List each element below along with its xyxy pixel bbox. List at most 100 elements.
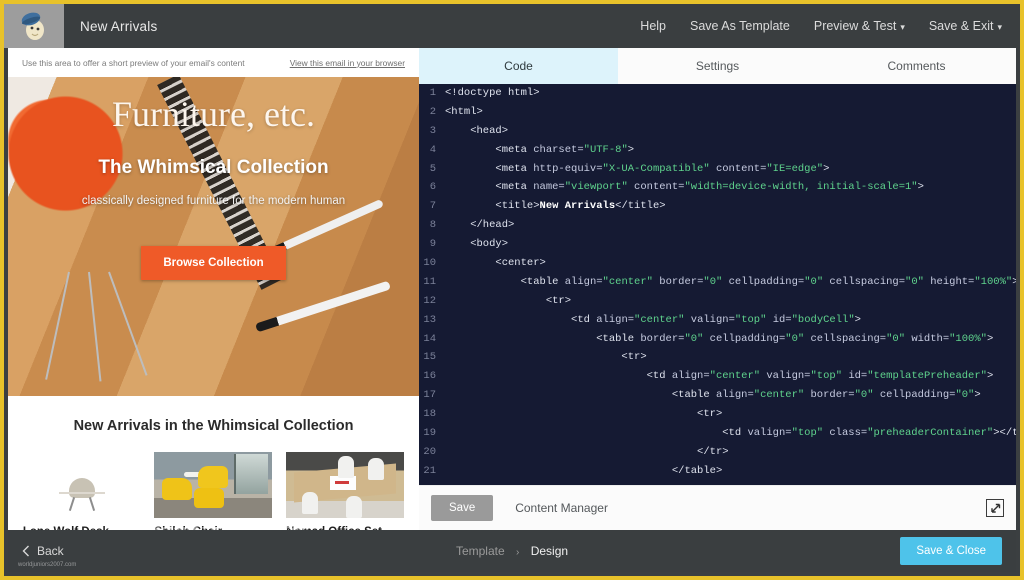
content-manager-link[interactable]: Content Manager (515, 501, 608, 515)
expand-diagonal-icon[interactable] (986, 499, 1004, 517)
hero-subtitle: The Whimsical Collection (98, 157, 329, 178)
breadcrumb-template[interactable]: Template (456, 544, 505, 558)
products-grid: Lone Wolf Desk Shiloh Chair (8, 452, 419, 538)
product-card[interactable]: Shiloh Chair (154, 452, 273, 538)
app-frame: New Arrivals Help Save As Template Previ… (0, 0, 1024, 580)
code-line-text[interactable]: <td align="center" valign="top" id="temp… (445, 367, 994, 386)
line-number: 18 (423, 408, 436, 421)
code-line: 12 <tr> (419, 292, 1016, 311)
code-line-text[interactable]: <tr> (445, 405, 722, 424)
code-line-text[interactable]: <tr> (445, 292, 571, 311)
line-number: 1 (429, 87, 436, 99)
bottom-bar: Back Template › Design Save & Close worl… (8, 530, 1016, 572)
line-number: 19 (423, 427, 436, 440)
code-line-text[interactable]: <head> (445, 122, 508, 141)
tab-code-label: Code (504, 59, 533, 73)
chevron-down-icon: ▾ (900, 22, 905, 32)
tab-comments[interactable]: Comments (817, 48, 1016, 84)
code-line-text[interactable]: <table border="0" cellpadding="0" cellsp… (445, 330, 993, 349)
mailchimp-freddie-logo[interactable] (4, 4, 64, 48)
line-number: 16 (423, 370, 436, 383)
code-line-text[interactable]: <body> (445, 235, 508, 254)
code-line-text[interactable]: <title>New Arrivals</title> (445, 197, 665, 216)
line-number: 21 (423, 464, 436, 477)
line-number: 9 (429, 238, 436, 251)
nav-preview-and-test[interactable]: Preview & Test ▾ (814, 19, 905, 33)
nav-save-as-template[interactable]: Save As Template (690, 19, 790, 33)
code-line-text[interactable]: <table align="center" border="0" cellpad… (445, 273, 1016, 292)
product-card[interactable]: Lone Wolf Desk (22, 452, 141, 538)
line-number: 2 (429, 105, 436, 118)
code-line: 4 <meta charset="UTF-8"> (419, 141, 1016, 160)
code-editor[interactable]: 1 <!doctype html> 2 <html> 3 <head> 4 <meta c… (419, 84, 1016, 485)
nav-help[interactable]: Help (640, 19, 666, 33)
nav-save-as-template-label: Save As Template (690, 19, 790, 33)
code-line: 8 </head> (419, 216, 1016, 235)
line-number: 4 (429, 143, 436, 156)
code-line-text[interactable]: <meta http-equiv="X-UA-Compatible" conte… (445, 160, 829, 179)
code-line: 11 <table align="center" border="0" cell… (419, 273, 1016, 292)
bottom-watermark: worldjuniors2007.com (18, 562, 77, 568)
products-section-title: New Arrivals in the Whimsical Collection (73, 418, 354, 434)
back-button-label: Back (37, 544, 64, 558)
line-number: 14 (423, 332, 436, 345)
product-image-lone-wolf-desk (22, 452, 141, 518)
code-line-text[interactable]: <td align="center" valign="top" id="body… (445, 311, 861, 330)
product-card[interactable]: Nomad Office Set (286, 452, 405, 538)
line-number: 17 (423, 389, 436, 402)
code-line: 1 <!doctype html> (419, 84, 1016, 103)
view-in-browser-link[interactable]: View this email in your browser (290, 58, 405, 68)
code-line: 3 <head> (419, 122, 1016, 141)
code-line-text[interactable]: <!doctype html> (445, 84, 540, 103)
code-line-text[interactable]: <center> (445, 254, 545, 273)
back-button[interactable]: Back (22, 544, 64, 558)
line-number: 10 (423, 257, 436, 270)
line-number: 15 (423, 351, 436, 364)
code-line: 17 <table align="center" border="0" cell… (419, 386, 1016, 405)
nav-help-label: Help (640, 19, 667, 33)
line-number: 13 (423, 313, 436, 326)
breadcrumb-design[interactable]: Design (531, 544, 568, 558)
tab-settings-label: Settings (695, 59, 740, 73)
nav-preview-and-test-label: Preview & Test (813, 19, 897, 33)
tab-settings[interactable]: Settings (618, 48, 817, 84)
top-nav: Help Save As Template Preview & Test ▾ Sa… (640, 19, 1020, 33)
code-line-text[interactable]: <meta charset="UTF-8"> (445, 141, 634, 160)
code-line-text[interactable]: </tr> (445, 443, 729, 462)
line-number: 6 (429, 181, 436, 194)
line-number: 7 (429, 200, 436, 213)
editor-pane: Code Settings Comments 1 <!doctype html> 2… (419, 48, 1016, 530)
code-line-text[interactable]: </head> (445, 216, 514, 235)
code-line-text[interactable]: <html> (445, 103, 483, 122)
save-button[interactable]: Save (431, 495, 494, 521)
nav-save-and-exit[interactable]: Save & Exit ▾ (929, 19, 1002, 33)
code-line: 7 <title>New Arrivals</title> (419, 197, 1016, 216)
product-image-shiloh-chair (154, 452, 273, 518)
preheader-text[interactable]: Use this area to offer a short preview o… (22, 58, 290, 68)
tab-code[interactable]: Code (419, 48, 618, 84)
code-line: 9 <body> (419, 235, 1016, 254)
code-line: 14 <table border="0" cellpadding="0" cel… (419, 330, 1016, 349)
line-number: 5 (429, 162, 436, 175)
code-line-text[interactable]: <td valign="top" class="preheaderContain… (445, 424, 1016, 443)
email-preview-pane[interactable]: Use this area to offer a short preview o… (8, 48, 419, 538)
save-and-close-button[interactable]: Save & Close (900, 537, 1002, 565)
code-line-text[interactable]: <tr> (445, 348, 646, 367)
code-line-text[interactable]: <meta name="viewport" content="width=dev… (445, 178, 924, 197)
code-line: 19 <td valign="top" class="preheaderCont… (419, 424, 1016, 443)
line-number: 11 (423, 275, 436, 288)
nav-save-and-exit-label: Save & Exit (928, 19, 994, 33)
line-number: 12 (423, 294, 436, 307)
product-image-nomad-office-set (286, 452, 405, 518)
code-line: 21 </table> (419, 462, 1016, 481)
top-bar: New Arrivals Help Save As Template Previ… (4, 4, 1020, 48)
code-line-text[interactable]: </table> (445, 462, 722, 481)
hero-banner[interactable]: Furniture, etc. The Whimsical Collection… (8, 77, 419, 396)
chevron-right-icon: › (516, 547, 520, 558)
breadcrumb: Template › Design (8, 544, 1016, 558)
code-line-text[interactable]: <table align="center" border="0" cellpad… (445, 386, 981, 405)
code-line: 20 </tr> (419, 443, 1016, 462)
chevron-down-icon: ▾ (997, 22, 1002, 32)
code-line: 5 <meta http-equiv="X-UA-Compatible" con… (419, 160, 1016, 179)
browse-collection-button[interactable]: Browse Collection (141, 246, 286, 280)
